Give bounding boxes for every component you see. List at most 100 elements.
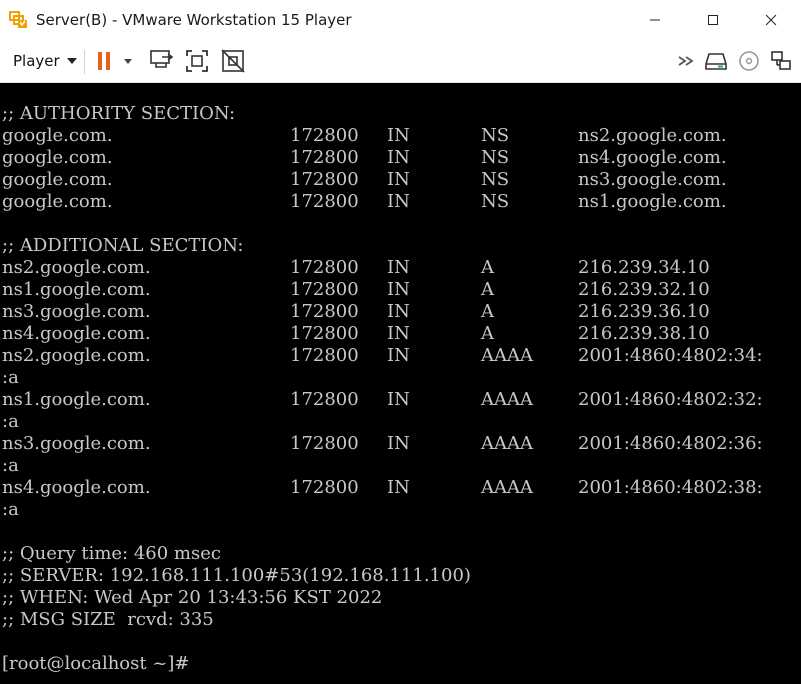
removable-drive-button[interactable] (703, 48, 729, 74)
unity-icon (221, 49, 245, 73)
record-data-wrap: :a (2, 499, 19, 520)
record-class: IN (387, 147, 410, 168)
dns-record-row: ns1.google.com. 172800 IN A 216.239.32.1… (2, 279, 792, 301)
record-name: google.com. (2, 169, 113, 190)
pause-button[interactable] (92, 48, 132, 74)
authority-section-header: ;; AUTHORITY SECTION: (2, 103, 236, 124)
cd-dvd-button[interactable] (736, 48, 762, 74)
toolbar-divider (84, 50, 85, 74)
record-name: google.com. (2, 191, 113, 212)
network-adapter-button[interactable] (768, 48, 794, 74)
record-class: IN (387, 125, 410, 146)
record-data: 216.239.34.10 (578, 257, 710, 278)
record-class: IN (387, 323, 410, 344)
server-line: ;; SERVER: 192.168.111.100#53(192.168.11… (2, 565, 471, 586)
record-type: A (481, 301, 494, 322)
unity-button[interactable] (220, 48, 246, 74)
record-ttl: 172800 (290, 147, 359, 168)
record-name: ns2.google.com. (2, 345, 151, 366)
dns-record-row: ns2.google.com. 172800 IN AAAA 2001:4860… (2, 345, 792, 367)
record-name: ns1.google.com. (2, 279, 151, 300)
record-data: 2001:4860:4802:34: (578, 345, 763, 366)
dns-record-row: ns3.google.com. 172800 IN A 216.239.36.1… (2, 301, 792, 323)
record-name: ns2.google.com. (2, 257, 151, 278)
record-ttl: 172800 (290, 477, 359, 498)
dns-record-row: google.com. 172800 IN NS ns3.google.com. (2, 169, 792, 191)
record-class: IN (387, 433, 410, 454)
record-data-wrap: :a (2, 455, 19, 476)
chevron-down-icon (66, 58, 77, 64)
vm-console[interactable]: ;; AUTHORITY SECTION: google.com. 172800… (0, 83, 801, 684)
dns-record-row: google.com. 172800 IN NS ns2.google.com. (2, 125, 792, 147)
record-data: ns4.google.com. (578, 147, 727, 168)
record-ttl: 172800 (290, 257, 359, 278)
close-button[interactable] (742, 0, 800, 40)
record-class: IN (387, 191, 410, 212)
shell-prompt[interactable]: [root@localhost ~]# (2, 653, 190, 675)
fit-guest-icon (186, 50, 208, 72)
record-name: google.com. (2, 147, 113, 168)
record-ttl: 172800 (290, 279, 359, 300)
record-data-wrap: :a (2, 367, 19, 388)
record-class: IN (387, 477, 410, 498)
dns-record-row: ns3.google.com. 172800 IN AAAA 2001:4860… (2, 433, 792, 455)
record-ttl: 172800 (290, 389, 359, 410)
record-data: 216.239.36.10 (578, 301, 710, 322)
record-name: ns4.google.com. (2, 323, 151, 344)
network-icon (771, 51, 791, 70)
record-type: A (481, 279, 494, 300)
record-type: AAAA (481, 477, 533, 498)
record-type: NS (481, 169, 510, 190)
player-menu-button[interactable]: Player (5, 47, 85, 75)
record-name: ns3.google.com. (2, 433, 151, 454)
minimize-icon (650, 19, 660, 21)
record-type: AAAA (481, 345, 533, 366)
more-button[interactable] (674, 48, 700, 74)
dns-record-row: google.com. 172800 IN NS ns4.google.com. (2, 147, 792, 169)
dns-record-row: google.com. 172800 IN NS ns1.google.com. (2, 191, 792, 213)
record-data: 2001:4860:4802:36: (578, 433, 763, 454)
minimize-button[interactable] (626, 0, 684, 40)
dns-record-row: ns2.google.com. 172800 IN A 216.239.34.1… (2, 257, 792, 279)
record-data: ns1.google.com. (578, 191, 727, 212)
record-data: 216.239.38.10 (578, 323, 710, 344)
vmware-app-icon (9, 10, 31, 30)
fit-guest-button[interactable] (184, 48, 210, 74)
dns-record-row: ns4.google.com. 172800 IN A 216.239.38.1… (2, 323, 792, 345)
record-type: NS (481, 191, 510, 212)
record-data: 2001:4860:4802:32: (578, 389, 763, 410)
toolbar: Player (0, 40, 801, 83)
send-ctrl-alt-del-icon (150, 50, 174, 68)
record-class: IN (387, 301, 410, 322)
record-ttl: 172800 (290, 301, 359, 322)
record-type: AAAA (481, 389, 533, 410)
record-ttl: 172800 (290, 323, 359, 344)
record-ttl: 172800 (290, 125, 359, 146)
maximize-button[interactable] (684, 0, 742, 40)
record-data: 2001:4860:4802:38: (578, 477, 763, 498)
window-title: Server(B) - VMware Workstation 15 Player (36, 11, 352, 29)
record-name: ns1.google.com. (2, 389, 151, 410)
record-class: IN (387, 345, 410, 366)
maximize-icon (708, 15, 718, 25)
record-data-wrap: :a (2, 411, 19, 432)
record-class: IN (387, 169, 410, 190)
additional-section-header: ;; ADDITIONAL SECTION: (2, 235, 244, 256)
record-name: ns3.google.com. (2, 301, 151, 322)
record-type: NS (481, 147, 510, 168)
pause-icon (98, 52, 132, 70)
dns-record-row: ns1.google.com. 172800 IN AAAA 2001:4860… (2, 389, 792, 411)
record-ttl: 172800 (290, 169, 359, 190)
msg-size-line: ;; MSG SIZE rcvd: 335 (2, 609, 214, 630)
record-data: 216.239.32.10 (578, 279, 710, 300)
record-class: IN (387, 279, 410, 300)
vmware-window: Server(B) - VMware Workstation 15 Player… (0, 0, 801, 684)
title-bar[interactable]: Server(B) - VMware Workstation 15 Player (0, 0, 801, 40)
record-ttl: 172800 (290, 191, 359, 212)
record-class: IN (387, 389, 410, 410)
send-ctrl-alt-del-button[interactable] (148, 48, 174, 74)
close-icon (765, 14, 777, 26)
record-data: ns3.google.com. (578, 169, 727, 190)
query-time-line: ;; Query time: 460 msec (2, 543, 221, 564)
record-name: google.com. (2, 125, 113, 146)
